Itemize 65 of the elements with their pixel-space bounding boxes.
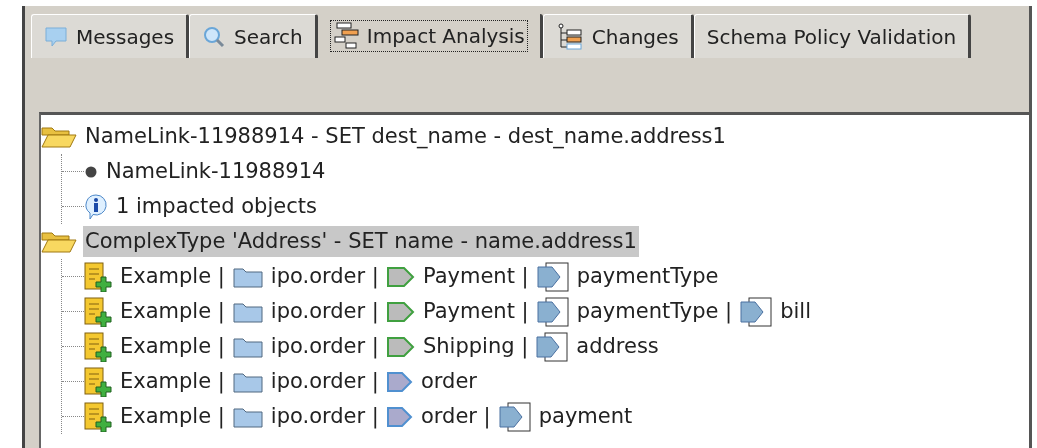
tab[interactable]: Messages <box>31 14 190 58</box>
tree-node[interactable]: Example | ipo.order | Shipping | address <box>62 329 1029 364</box>
open-folder-icon <box>41 230 77 253</box>
info-icon <box>84 193 108 220</box>
node-label: paymentType | <box>575 297 734 326</box>
node-label: NameLink-11988914 - SET dest_name - dest_name.address1 <box>84 122 727 151</box>
folder-icon <box>232 335 263 358</box>
boxed-arrow-icon <box>498 401 531 432</box>
node-label: Payment | <box>421 297 530 326</box>
folder-icon <box>232 265 263 288</box>
tree-node[interactable]: Example | ipo.order | Payment | paymentType <box>62 259 1029 294</box>
node-label: paymentType <box>575 262 720 290</box>
node-label: Example | <box>119 297 226 326</box>
hierarchy-bars-icon <box>332 22 361 50</box>
tree-node[interactable]: 1 impacted objects <box>62 189 1029 224</box>
node-label: order <box>419 367 478 395</box>
tree-node[interactable]: NameLink-11988914 - SET dest_name - dest_name.address1 <box>41 119 1029 154</box>
document-plus-icon <box>84 261 112 292</box>
bullet-icon <box>84 164 98 179</box>
arrow-tag-icon <box>386 405 413 428</box>
tree-node[interactable]: Example | ipo.order | Payment | paymentType | bill <box>62 294 1029 329</box>
node-label: Payment | <box>421 262 530 291</box>
boxed-arrow-icon <box>740 296 773 327</box>
tree-node[interactable]: NameLink-11988914 <box>62 154 1029 189</box>
arrow-tag-icon <box>386 370 413 393</box>
boxed-arrow-icon <box>536 261 569 292</box>
speech-bubble-icon <box>44 25 68 48</box>
search-icon <box>202 24 227 49</box>
arrow-tag-icon <box>386 335 415 358</box>
folder-icon <box>232 370 263 393</box>
document-plus-icon <box>84 331 112 362</box>
tab[interactable]: Schema Policy Validation <box>693 14 972 58</box>
node-label: payment <box>537 402 634 430</box>
document-plus-icon <box>84 366 112 397</box>
node-label: ipo.order | <box>269 297 380 326</box>
node-label: ComplexType 'Address' - SET name - name.address1 <box>83 225 639 258</box>
document-plus-icon <box>84 296 112 327</box>
tab[interactable]: Changes <box>542 14 694 58</box>
node-label: ipo.order | <box>269 402 380 431</box>
node-label: address <box>575 332 660 360</box>
node-label: ipo.order | <box>269 367 380 396</box>
node-label: bill <box>779 297 812 325</box>
tree-structure-icon <box>555 22 584 51</box>
node-label: 1 impacted objects <box>115 192 318 220</box>
arrow-tag-icon <box>386 300 415 323</box>
tree-node[interactable]: ComplexType 'Address' - SET name - name.address1 <box>41 224 1029 259</box>
tab[interactable]: Search <box>189 14 318 58</box>
node-label: Shipping | <box>421 332 530 361</box>
folder-icon <box>232 300 263 323</box>
boxed-arrow-icon <box>536 331 569 362</box>
arrow-tag-icon <box>386 265 415 288</box>
node-label: ipo.order | <box>269 262 380 291</box>
open-folder-icon <box>41 125 77 148</box>
folder-icon <box>232 405 263 428</box>
document-plus-icon <box>84 401 112 432</box>
tree-node[interactable]: Example | ipo.order | order | payment <box>62 399 1029 434</box>
node-label: order | <box>419 402 492 431</box>
node-label: Example | <box>119 262 226 291</box>
tree-node[interactable]: Example | ipo.order | order <box>62 364 1029 399</box>
node-label: Example | <box>119 367 226 396</box>
node-label: NameLink-11988914 <box>105 157 327 185</box>
node-label: Example | <box>119 332 226 361</box>
boxed-arrow-icon <box>536 296 569 327</box>
node-label: ipo.order | <box>269 332 380 361</box>
node-label: Example | <box>119 402 226 431</box>
